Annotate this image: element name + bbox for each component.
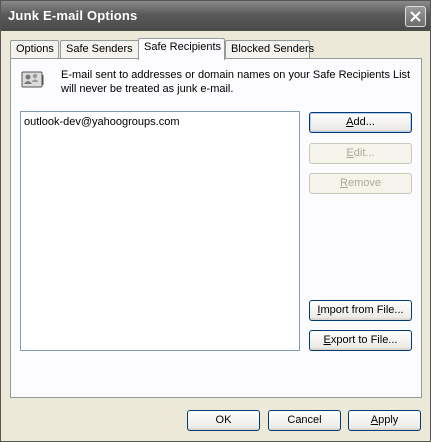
remove-label: emove: [347, 177, 381, 189]
edit-mnemonic: E: [346, 147, 354, 159]
edit-label: dit...: [353, 147, 375, 159]
edit-button[interactable]: Edit...: [309, 143, 412, 164]
export-to-file-button[interactable]: Export to File...: [309, 330, 412, 351]
list-item[interactable]: outlook-dev@yahoogroups.com: [24, 116, 179, 128]
tab-blocked-senders[interactable]: Blocked Senders: [225, 40, 314, 59]
add-button[interactable]: Add...: [309, 112, 412, 133]
window-title: Junk E-mail Options: [8, 8, 138, 23]
import-label: mport from File...: [320, 304, 404, 316]
safe-recipients-list[interactable]: outlook-dev@yahoogroups.com: [20, 111, 300, 351]
description-text: E-mail sent to addresses or domain names…: [61, 69, 411, 95]
remove-mnemonic: R: [340, 177, 348, 189]
address-book-icon: [21, 69, 45, 89]
junk-email-options-dialog: Junk E-mail Options Options Safe Senders…: [0, 0, 431, 442]
import-from-file-button[interactable]: Import from File...: [309, 300, 412, 321]
apply-label: pply: [378, 414, 399, 426]
safe-recipients-panel: E-mail sent to addresses or domain names…: [10, 58, 422, 398]
add-label: dd...: [353, 116, 375, 128]
export-label: xport to File...: [330, 334, 398, 346]
apply-button[interactable]: Apply: [348, 410, 421, 431]
close-button[interactable]: [405, 6, 426, 27]
tab-safe-senders[interactable]: Safe Senders: [60, 40, 141, 59]
tab-options[interactable]: Options: [10, 40, 59, 59]
export-mnemonic: E: [323, 334, 331, 346]
ok-button[interactable]: OK: [187, 410, 260, 431]
tab-safe-recipients[interactable]: Safe Recipients: [138, 38, 225, 60]
remove-button[interactable]: Remove: [309, 173, 412, 194]
apply-mnemonic: A: [370, 414, 379, 426]
tab-strip: Options Safe Senders Safe Recipients Blo…: [10, 38, 422, 60]
title-bar[interactable]: Junk E-mail Options: [1, 1, 430, 31]
cancel-button[interactable]: Cancel: [268, 410, 341, 431]
